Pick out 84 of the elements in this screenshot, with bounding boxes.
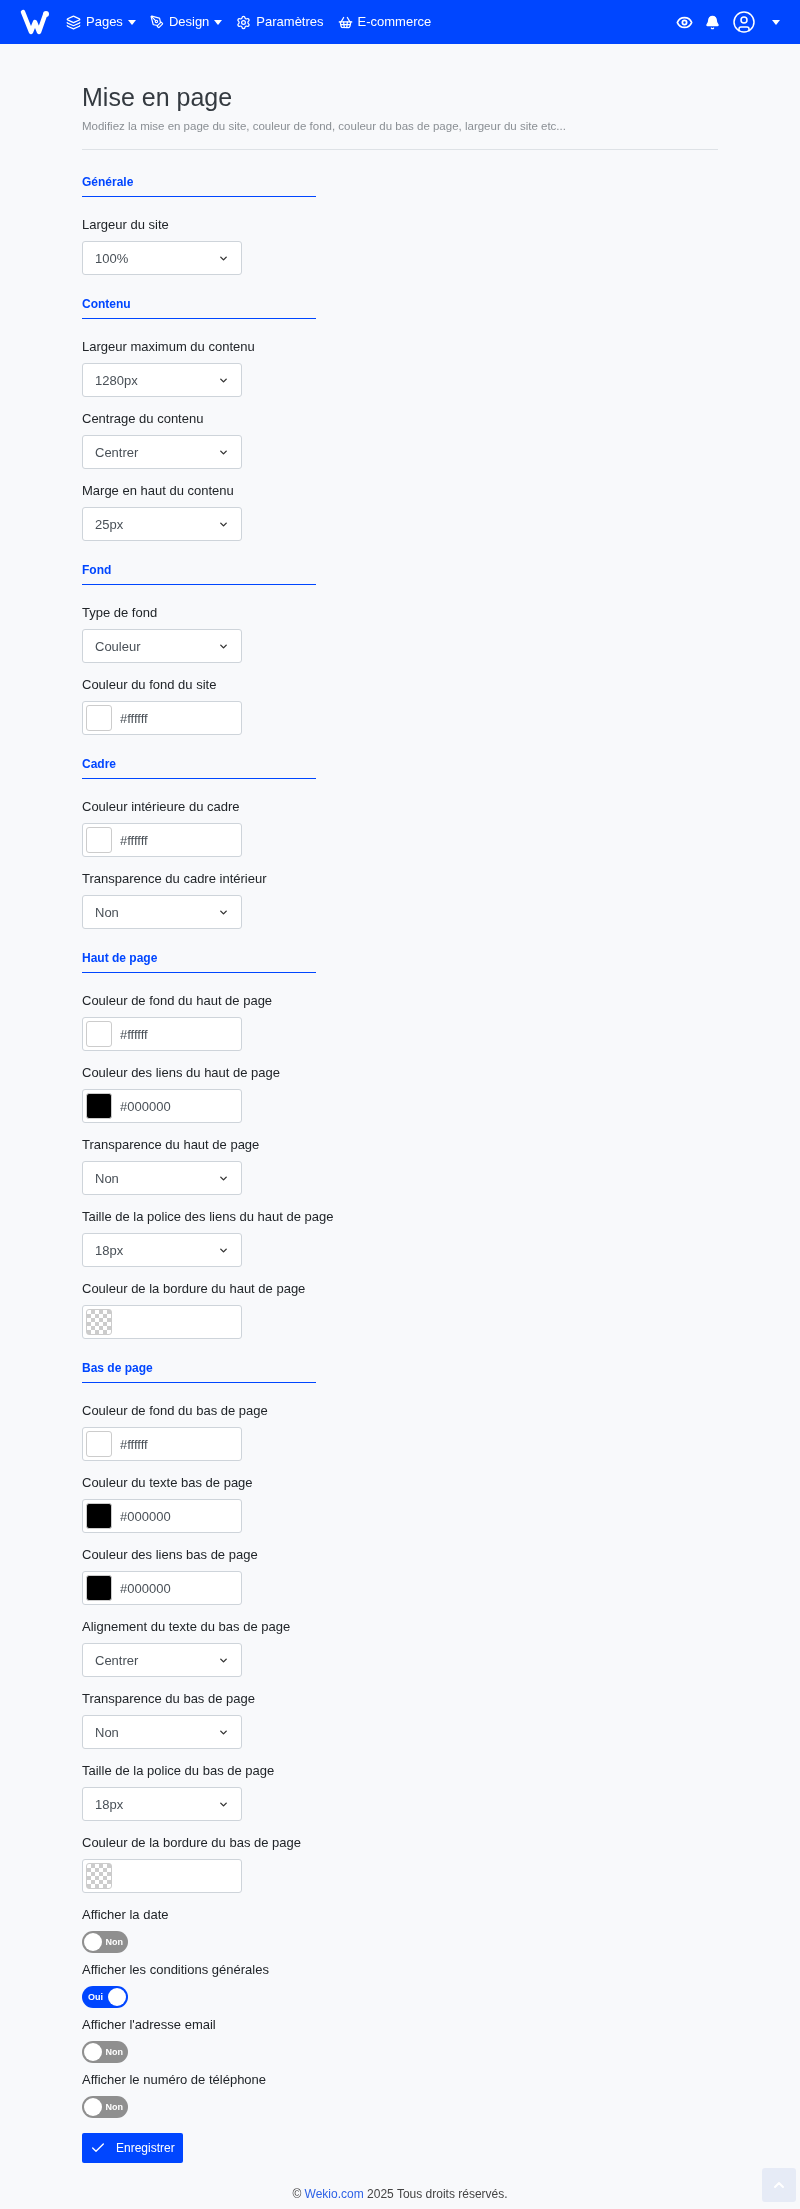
caret-icon[interactable] xyxy=(772,19,780,25)
nav-menu-item[interactable]: Pages xyxy=(66,12,136,32)
transparent-swatch[interactable] xyxy=(86,1309,112,1336)
user-avatar-icon[interactable] xyxy=(732,10,756,34)
field-label: Couleur du texte bas de page xyxy=(82,1474,253,1493)
color-swatch[interactable] xyxy=(86,1093,112,1120)
field-label: Largeur maximum du contenu xyxy=(82,338,255,357)
color-field[interactable]: #ffffff xyxy=(82,701,242,736)
pen-icon xyxy=(149,15,164,29)
field-label: Afficher les conditions générales xyxy=(82,1961,269,1980)
logo-icon xyxy=(20,9,50,35)
nav-menu-item[interactable]: Design xyxy=(149,12,223,32)
select-field[interactable]: 100% xyxy=(82,241,242,276)
field-label: Transparence du cadre intérieur xyxy=(82,870,267,889)
color-field[interactable]: #ffffff xyxy=(82,1017,242,1052)
caret-icon xyxy=(127,19,136,25)
field-label: Taille de la police des liens du haut de page xyxy=(82,1208,334,1227)
select-field[interactable]: Centrer xyxy=(82,1643,242,1678)
color-field[interactable]: #000000 xyxy=(82,1499,242,1534)
section-heading: Fond xyxy=(82,562,316,586)
color-field[interactable] xyxy=(82,1305,242,1340)
caret-icon xyxy=(214,19,223,25)
color-swatch[interactable] xyxy=(86,827,112,854)
toggle-knob xyxy=(84,2043,102,2062)
select-field[interactable]: 18px xyxy=(82,1787,242,1822)
nav-menu-item[interactable]: E-commerce xyxy=(337,12,432,32)
field-label: Afficher l'adresse email xyxy=(82,2016,216,2035)
field-label: Couleur des liens bas de page xyxy=(82,1546,258,1565)
field-label: Couleur de fond du haut de page xyxy=(82,992,273,1011)
color-field[interactable] xyxy=(82,1859,242,1894)
page-title: Mise en page xyxy=(82,82,233,112)
field-label: Couleur des liens du haut de page xyxy=(82,1064,281,1083)
section-heading: Générale xyxy=(82,174,316,198)
toggle-knob xyxy=(108,1988,126,2007)
field-label: Couleur intérieure du cadre xyxy=(82,798,240,817)
select-field[interactable]: Couleur xyxy=(82,629,242,664)
field-label: Type de fond xyxy=(82,604,158,623)
field-label: Transparence du bas de page xyxy=(82,1690,255,1709)
footer-text: © Wekio.com 2025 Tous droits réservés. xyxy=(292,2186,508,2203)
color-field[interactable]: #000000 xyxy=(82,1089,242,1124)
toggle-knob xyxy=(84,2098,102,2117)
select-field[interactable]: Non xyxy=(82,895,242,930)
field-label: Transparence du haut de page xyxy=(82,1136,260,1155)
scroll-top-button[interactable] xyxy=(762,2168,796,2202)
basket-icon xyxy=(337,14,353,30)
color-field[interactable]: #ffffff xyxy=(82,823,242,858)
field-label: Couleur du fond du site xyxy=(82,676,217,695)
field-label: Alignement du texte du bas de page xyxy=(82,1618,291,1637)
field-label: Marge en haut du contenu xyxy=(82,482,234,501)
toggle-switch[interactable]: Oui xyxy=(82,1986,128,2009)
select-field[interactable]: 18px xyxy=(82,1233,242,1268)
color-swatch[interactable] xyxy=(86,1431,112,1458)
save-button[interactable]: Enregistrer xyxy=(82,2133,183,2164)
transparent-swatch[interactable] xyxy=(86,1863,112,1890)
select-field[interactable]: Non xyxy=(82,1715,242,1750)
field-label: Couleur de la bordure du haut de page xyxy=(82,1280,306,1299)
section-heading: Contenu xyxy=(82,296,316,320)
footer-link[interactable]: Wekio.com xyxy=(304,2187,364,2201)
settings-icon xyxy=(236,14,252,30)
color-swatch[interactable] xyxy=(86,705,112,732)
select-field[interactable]: 1280px xyxy=(82,363,242,398)
field-label: Couleur de fond du bas de page xyxy=(82,1402,268,1421)
section-heading: Haut de page xyxy=(82,950,316,974)
field-label: Largeur du site xyxy=(82,216,169,235)
nav-menu-item[interactable]: Paramètres xyxy=(236,12,324,32)
field-label: Centrage du contenu xyxy=(82,410,204,429)
notification-icon[interactable] xyxy=(705,14,720,30)
layers-icon xyxy=(66,14,81,30)
field-label: Afficher la date xyxy=(82,1906,169,1925)
section-heading: Bas de page xyxy=(82,1360,316,1384)
select-field[interactable]: 25px xyxy=(82,507,242,542)
select-field[interactable]: Non xyxy=(82,1161,242,1196)
field-label: Couleur de la bordure du bas de page xyxy=(82,1834,301,1853)
field-label: Taille de la police du bas de page xyxy=(82,1762,275,1781)
color-swatch[interactable] xyxy=(86,1503,112,1530)
color-field[interactable]: #ffffff xyxy=(82,1427,242,1462)
section-heading: Cadre xyxy=(82,756,316,780)
field-label: Afficher le numéro de téléphone xyxy=(82,2071,267,2090)
color-field[interactable]: #000000 xyxy=(82,1571,242,1606)
page-subtitle: Modifiez la mise en page du site, couleur de fond, couleur du bas de page, largeur du site etc... xyxy=(82,119,566,134)
toggle-knob xyxy=(84,1933,102,1952)
color-swatch[interactable] xyxy=(86,1021,112,1048)
select-field[interactable]: Centrer xyxy=(82,435,242,470)
color-swatch[interactable] xyxy=(86,1575,112,1602)
